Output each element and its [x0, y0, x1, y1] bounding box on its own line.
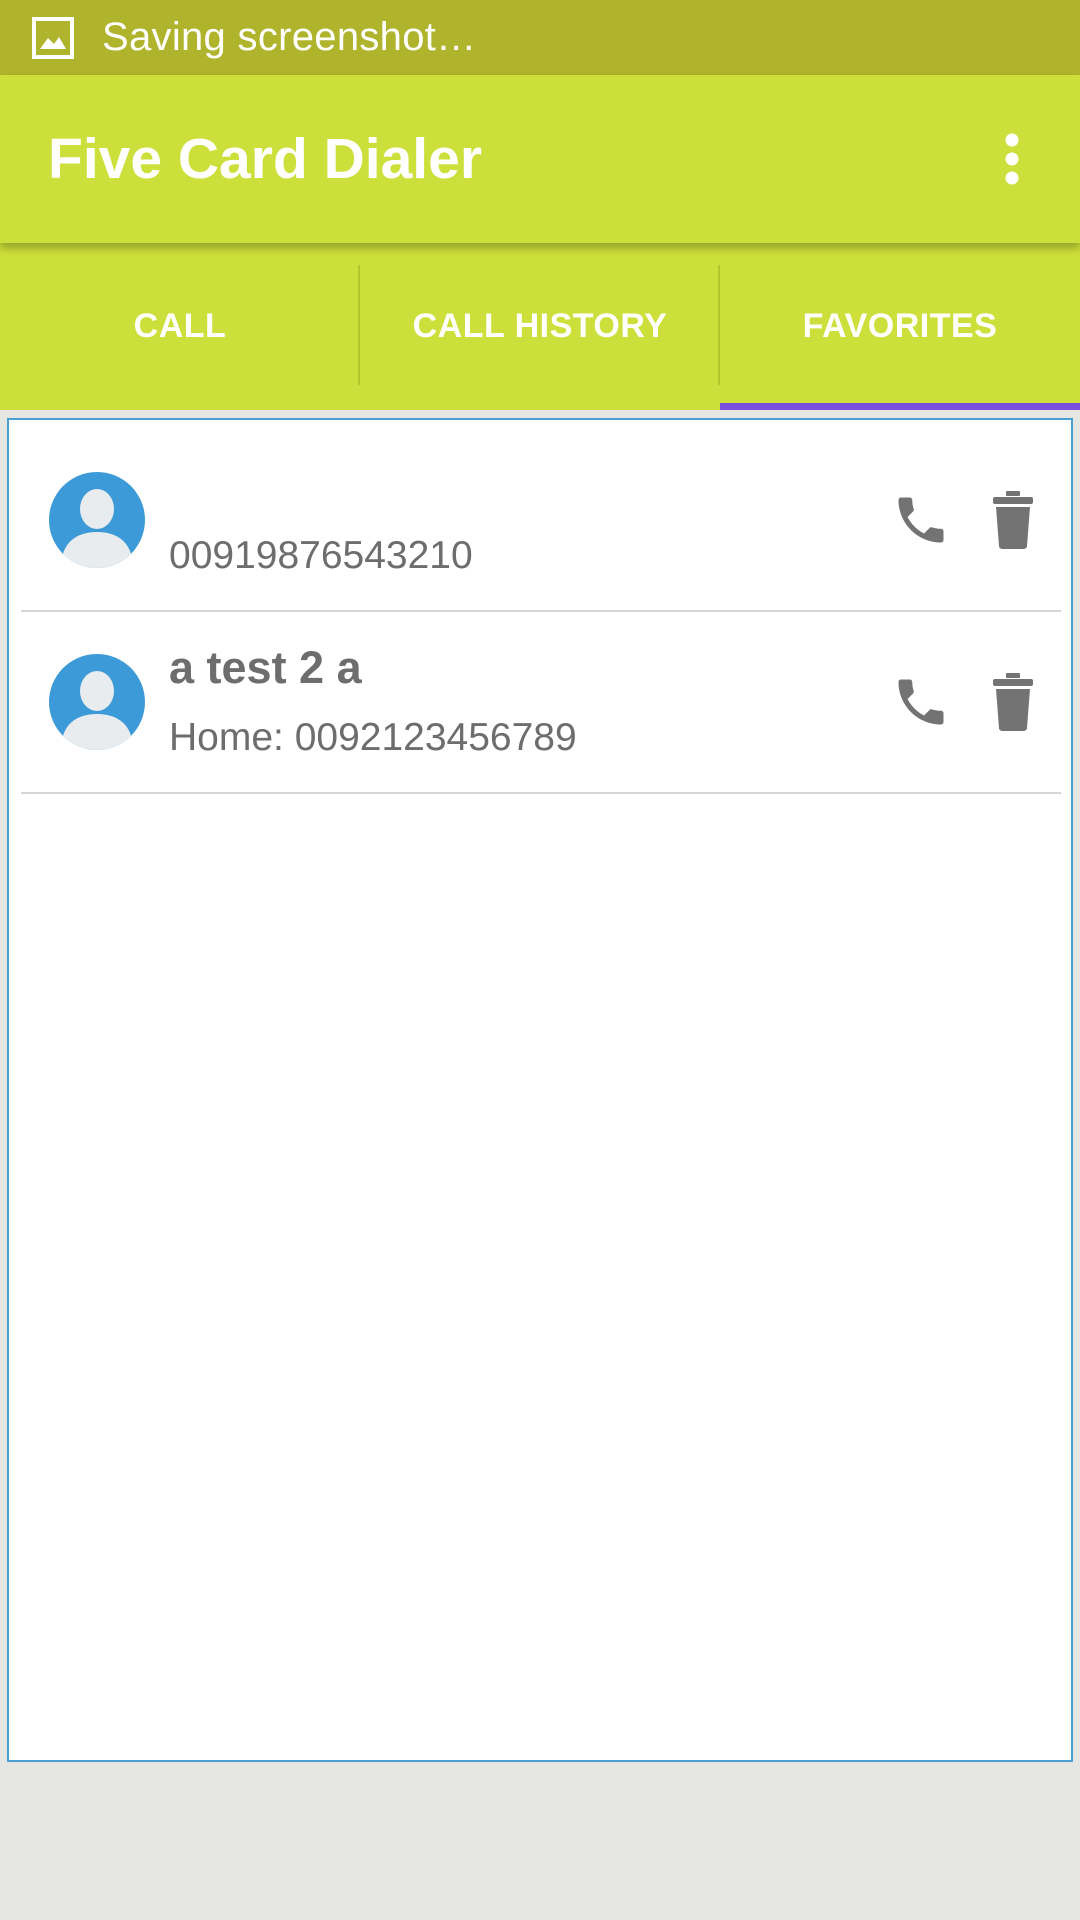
person-avatar-icon: [49, 472, 145, 568]
more-vertical-icon: [1005, 133, 1019, 185]
call-button[interactable]: [883, 664, 959, 740]
trash-icon: [993, 491, 1033, 549]
favorites-list: 00919876543210 a test 2 a Home: 00921234…: [7, 418, 1073, 1762]
phone-icon: [898, 679, 944, 725]
tab-favorites-label: FAVORITES: [802, 307, 998, 345]
overflow-menu-button[interactable]: [984, 119, 1040, 199]
delete-button[interactable]: [981, 664, 1045, 740]
tab-favorites[interactable]: FAVORITES: [720, 243, 1080, 410]
app-bar: Five Card Dialer: [0, 75, 1080, 243]
selected-tab-indicator: [720, 403, 1080, 410]
phone-icon: [898, 497, 944, 543]
app-title: Five Card Dialer: [48, 127, 483, 191]
contact-number: Home: 0092123456789: [169, 716, 577, 759]
tab-bar: CALL CALL HISTORY FAVORITES: [0, 243, 1080, 410]
delete-button[interactable]: [981, 482, 1045, 558]
status-notification-text: Saving screenshot…: [102, 15, 477, 59]
status-bar: Saving screenshot…: [0, 0, 1080, 75]
list-item[interactable]: a test 2 a Home: 0092123456789: [21, 612, 1061, 794]
tab-call-label: CALL: [133, 307, 227, 345]
tab-call-history-label: CALL HISTORY: [412, 307, 668, 345]
contact-name: a test 2 a: [169, 642, 362, 693]
tab-call[interactable]: CALL: [0, 243, 360, 410]
screenshot-image-icon: [32, 16, 74, 59]
trash-icon: [993, 673, 1033, 731]
list-item[interactable]: 00919876543210: [21, 430, 1061, 612]
contact-number: 00919876543210: [169, 534, 473, 577]
tab-call-history[interactable]: CALL HISTORY: [360, 243, 720, 410]
call-button[interactable]: [883, 482, 959, 558]
person-avatar-icon: [49, 654, 145, 750]
